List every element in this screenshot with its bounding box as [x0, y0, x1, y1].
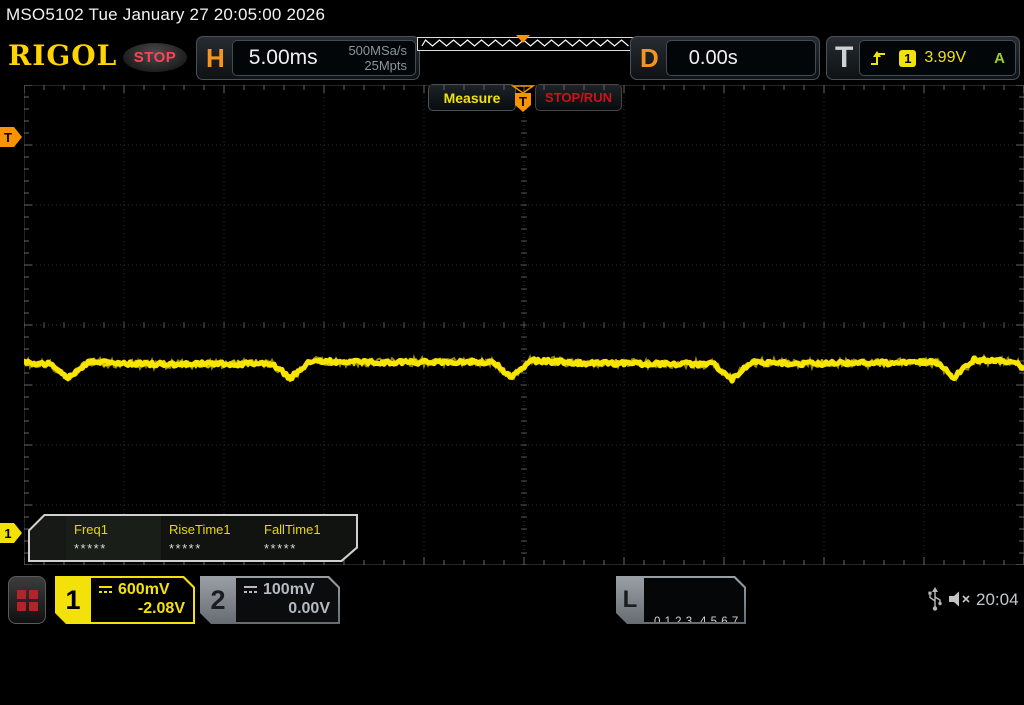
channel-1-button[interactable]: 1 600mV -2.08V — [55, 576, 195, 624]
ch2-offset: 0.00V — [288, 600, 330, 617]
trigger-source-badge: 1 — [899, 49, 917, 67]
trigger-level-value: 3.99V — [924, 49, 967, 66]
ch1-scale: 600mV — [118, 581, 170, 598]
usb-icon — [928, 587, 942, 611]
measurement-label: Freq1 — [74, 522, 108, 537]
measurement-value: ***** — [74, 541, 107, 556]
svg-text:T: T — [4, 130, 12, 145]
logic-channels-row1: 0 1 2 3 4 5 6 7 — [654, 616, 739, 628]
measurement-item[interactable]: RiseTime1 ***** — [161, 516, 256, 560]
delay-settings-button[interactable]: D 0.00s — [630, 36, 820, 80]
ch1-offset: -2.08V — [137, 600, 185, 617]
channel-2-number: 2 — [210, 584, 226, 615]
logic-channels-row2: 8 9 10 11 12 13 14 15 — [654, 661, 761, 673]
dc-coupling-icon — [243, 585, 258, 596]
measurement-value: ***** — [264, 541, 297, 556]
ch2-scale: 100mV — [263, 581, 315, 598]
sample-rate-memdepth: 500MSa/s 25Mpts — [348, 43, 407, 73]
speaker-muted-icon[interactable] — [948, 589, 973, 609]
ch1-ground-marker[interactable]: 1 — [0, 522, 24, 544]
trigger-settings-button[interactable]: T 1 3.99V A — [826, 36, 1020, 80]
rising-edge-trigger-icon — [871, 51, 886, 65]
measurement-panel[interactable]: Freq1 ***** RiseTime1 ***** FallTime1 **… — [28, 514, 358, 562]
trigger-label: T — [835, 41, 854, 74]
horizontal-settings-button[interactable]: H 5.00ms 500MSa/s 25Mpts — [196, 36, 420, 80]
waveform-display[interactable] — [24, 85, 1024, 565]
waveform-preview-icon — [417, 35, 636, 51]
channel-2-button[interactable]: 2 100mV 0.00V — [200, 576, 340, 624]
clock: 20:04 — [976, 590, 1019, 609]
channel-1-number: 1 — [65, 584, 81, 615]
measurement-label: RiseTime1 — [169, 522, 231, 537]
menu-grid-button[interactable] — [8, 576, 46, 624]
svg-text:1: 1 — [4, 526, 11, 541]
horizontal-label: H — [206, 42, 225, 73]
measurement-item[interactable]: FallTime1 ***** — [256, 516, 351, 560]
menu-grid-icon — [16, 589, 38, 611]
memory-depth: 25Mpts — [364, 58, 407, 73]
sample-rate: 500MSa/s — [348, 43, 407, 58]
acquisition-status-badge: STOP — [123, 43, 187, 72]
header-bar: RIGOL STOP H 5.00ms 500MSa/s 25Mpts Meas… — [0, 31, 1024, 111]
logic-analyzer-button[interactable]: L 0 1 2 3 4 5 6 7 8 9 10 11 12 13 14 15 — [616, 576, 746, 624]
dc-coupling-icon — [98, 585, 113, 596]
measurement-value: ***** — [169, 541, 202, 556]
delay-label: D — [640, 42, 659, 73]
measurement-label: FallTime1 — [264, 522, 321, 537]
trigger-mode: A — [994, 49, 1005, 67]
trigger-level-marker[interactable]: T — [0, 126, 24, 148]
logic-label: L — [622, 586, 638, 613]
measurement-item[interactable]: Freq1 ***** — [66, 516, 161, 560]
delay-value: 0.00s — [688, 46, 738, 69]
rigol-logo: RIGOL — [8, 39, 118, 72]
timebase-value: 5.00ms — [248, 46, 318, 69]
waveform-overview-bar[interactable] — [417, 35, 636, 57]
model-and-datetime: MSO5102 Tue January 27 20:05:00 2026 — [6, 5, 326, 24]
